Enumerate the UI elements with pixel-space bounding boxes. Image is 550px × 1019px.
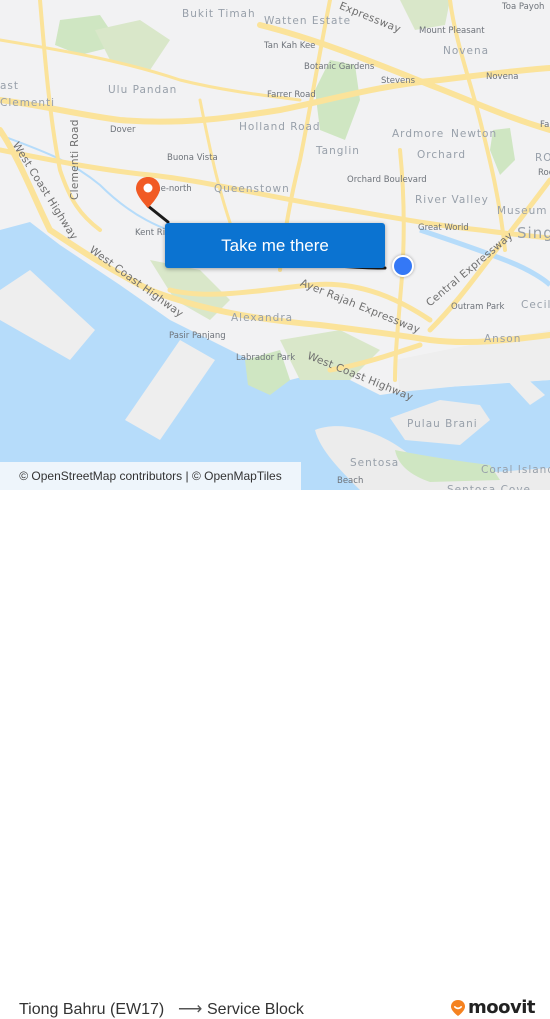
label-beach: Beach [337,476,364,486]
label-botanic-gardens: Botanic Gardens [304,62,375,72]
moovit-logo[interactable]: moovit [450,997,536,1018]
label-buona-vista: Buona Vista [167,153,218,163]
label-alexandra: Alexandra [231,312,294,324]
label-orchard-boulevard: Orchard Boulevard [347,175,427,185]
label-tanglin: Tanglin [316,145,360,157]
label-stevens: Stevens [381,76,416,86]
label-toa-payoh: Toa Payoh [502,2,545,12]
label-watten-estate: Watten Estate [264,15,352,27]
label-west-clementi: ast [0,80,20,92]
map-attribution[interactable]: © OpenStreetMap contributors | © OpenMap… [0,462,301,490]
label-bukit-timah: Bukit Timah [182,8,256,20]
arrow-right-icon: ⟶ [178,999,203,1018]
label-labrador-park: Labrador Park [236,353,296,363]
map-view[interactable]: Bukit Timah Watten Estate Expressway Toa… [0,0,550,490]
label-cecil: Cecil [521,299,550,311]
park-central [95,20,170,70]
label-clementi: Clementi [0,97,56,109]
label-fa: Fa [540,120,550,130]
label-clementi-road: Clementi Road [69,119,81,200]
label-novena-station: Novena [486,72,519,82]
destination-dot-icon[interactable] [392,255,414,277]
label-ulu-pandan: Ulu Pandan [108,84,178,96]
footer-bar: Tiong Bahru (EW17) ⟶ Service Block moovi… [0,490,550,1018]
label-holland-road: Holland Road [239,121,321,133]
label-mount-pleasant: Mount Pleasant [419,26,485,36]
label-tan-kah-kee: Tan Kah Kee [264,41,316,51]
route-origin: Tiong Bahru (EW17) [19,1001,165,1018]
label-pulau-brani: Pulau Brani [407,418,478,430]
label-dover: Dover [110,125,136,135]
label-outram-park: Outram Park [451,302,505,312]
label-pasir-panjang: Pasir Panjang [169,331,226,341]
label-kent-ridge: Kent Ri [135,228,166,238]
label-ro: RO [535,152,550,164]
label-river-valley: River Valley [415,194,489,206]
route-destination: Service Block [207,1001,304,1018]
origin-pin-icon[interactable] [134,176,162,210]
label-novena-area: Novena [443,45,490,57]
label-great-world: Great World [418,223,469,233]
label-anson: Anson [484,333,522,345]
label-roc: Roc [538,168,550,178]
take-me-there-button[interactable]: Take me there [165,223,385,268]
label-ardmore: Ardmore [392,128,445,140]
label-queenstown: Queenstown [214,183,290,195]
label-orchard: Orchard [417,149,467,161]
label-newton: Newton [451,128,498,140]
label-singapore: Singa [517,224,550,242]
label-sentosa: Sentosa [350,457,400,469]
moovit-pin-icon [451,999,465,1016]
label-farrer-road: Farrer Road [267,90,316,100]
label-museum: Museum [497,205,548,217]
label-coral-island: Coral Island [481,464,550,476]
brand-name: moovit [468,997,536,1018]
